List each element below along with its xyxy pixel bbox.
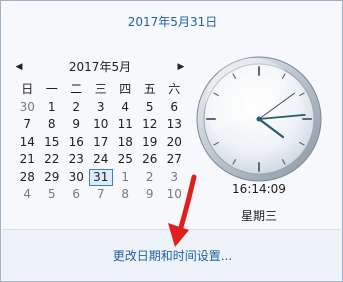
clock-center-hub — [256, 116, 262, 122]
calendar-day[interactable]: 7 — [89, 186, 114, 204]
calendar-day[interactable]: 24 — [89, 151, 114, 169]
calendar-week-row: 7 8 9 10 11 12 13 — [15, 116, 187, 134]
calendar-nav: ◀ 2017年5月 ▶ — [13, 59, 187, 77]
calendar-day[interactable]: 4 — [113, 99, 138, 117]
calendar-day[interactable]: 9 — [138, 186, 163, 204]
calendar-day[interactable]: 10 — [89, 116, 114, 134]
calendar-day[interactable]: 26 — [138, 151, 163, 169]
calendar-day[interactable]: 5 — [40, 186, 65, 204]
month-title[interactable]: 2017年5月 — [33, 59, 167, 75]
full-date-link[interactable]: 2017年5月31日 — [1, 13, 343, 30]
calendar-day[interactable]: 19 — [138, 134, 163, 152]
calendar-day[interactable]: 7 — [15, 116, 40, 134]
calendar-day[interactable]: 17 — [89, 134, 114, 152]
calendar-week-row: 21 22 23 24 25 26 27 — [15, 151, 187, 169]
weekday-header: 四 — [119, 82, 132, 96]
calendar-day[interactable]: 18 — [113, 134, 138, 152]
calendar-day[interactable]: 30 — [15, 99, 40, 117]
calendar-day[interactable]: 14 — [15, 134, 40, 152]
weekday-header: 六 — [168, 82, 181, 96]
calendar-day[interactable]: 6 — [64, 186, 89, 204]
calendar-day-today[interactable]: 31 — [88, 168, 113, 186]
calendar-day[interactable]: 15 — [40, 134, 65, 152]
calendar-day[interactable]: 21 — [15, 151, 40, 169]
prev-month-button[interactable]: ◀ — [13, 59, 25, 75]
weekday-header: 三 — [94, 82, 107, 96]
calendar-day[interactable]: 4 — [15, 186, 40, 204]
calendar-day[interactable]: 11 — [113, 116, 138, 134]
calendar-day[interactable]: 2 — [138, 169, 163, 187]
analog-clock — [196, 56, 322, 182]
calendar-day[interactable]: 27 — [162, 151, 187, 169]
weekday-header: 日 — [21, 82, 34, 96]
weekday-header-row: 日一二三四五六 — [15, 81, 187, 99]
calendar-day[interactable]: 30 — [64, 169, 89, 187]
calendar-day[interactable]: 20 — [162, 134, 187, 152]
date-time-flyout: 2017年5月31日 ◀ 2017年5月 ▶ 日一二三四五六 30 1 2 3 4 5 6 7 8… — [0, 0, 343, 282]
calendar-day[interactable]: 29 — [40, 169, 65, 187]
calendar-day[interactable]: 28 — [15, 169, 40, 187]
calendar-day[interactable]: 8 — [113, 186, 138, 204]
weekday-header: 五 — [143, 82, 156, 96]
calendar-day[interactable]: 8 — [40, 116, 65, 134]
calendar-day[interactable]: 23 — [64, 151, 89, 169]
weekday-header: 一 — [45, 82, 58, 96]
calendar-day[interactable]: 13 — [162, 116, 187, 134]
weekday-label: 星期三 — [240, 209, 277, 223]
calendar-day[interactable]: 9 — [64, 116, 89, 134]
calendar-day[interactable]: 5 — [138, 99, 163, 117]
calendar-day[interactable]: 1 — [40, 99, 65, 117]
red-arrow-annotation — [168, 174, 197, 247]
calendar-day[interactable]: 1 — [113, 169, 138, 187]
weekday-header: 二 — [70, 82, 83, 96]
calendar-day[interactable]: 22 — [40, 151, 65, 169]
calendar-day[interactable]: 3 — [89, 99, 114, 117]
calendar-day[interactable]: 12 — [138, 116, 163, 134]
calendar-day[interactable]: 2 — [64, 99, 89, 117]
calendar-day[interactable]: 25 — [113, 151, 138, 169]
calendar-day[interactable]: 6 — [162, 99, 187, 117]
digital-time: 16:14:09 — [232, 182, 286, 196]
calendar-week-row: 30 1 2 3 4 5 6 — [15, 99, 187, 117]
calendar-week-row: 14 15 16 17 18 19 20 — [15, 134, 187, 152]
next-month-button[interactable]: ▶ — [175, 59, 187, 75]
calendar-day[interactable]: 16 — [64, 134, 89, 152]
